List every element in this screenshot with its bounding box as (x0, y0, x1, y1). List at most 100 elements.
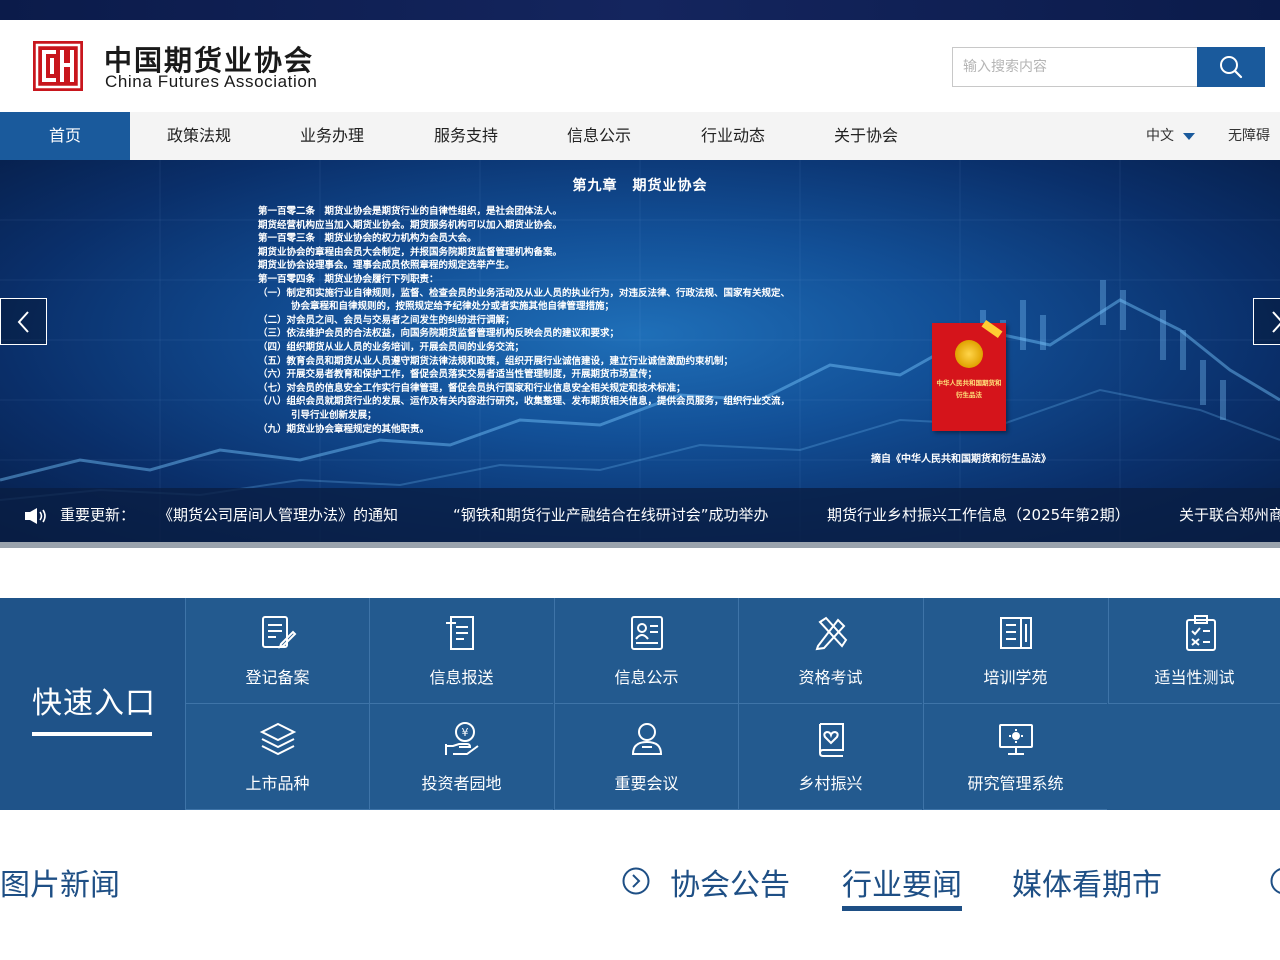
tabs-prev-icon[interactable] (622, 867, 650, 895)
active-tab-underline (842, 906, 962, 911)
quick-entry-title: 快速入口 (32, 686, 156, 721)
ticker-item[interactable]: 期货行业乡村振兴工作信息（2025年第2期） (827, 488, 1130, 542)
banner-prev-button[interactable] (0, 298, 47, 345)
layers-icon (259, 722, 297, 756)
quick-item-label: 信息报送 (429, 668, 494, 687)
tab-media-view[interactable]: 媒体看期市 (1012, 860, 1162, 904)
quick-item-label: 投资者园地 (421, 774, 502, 793)
ticker-label: 重要更新： (60, 506, 136, 524)
quick-item-label: 适当性测试 (1154, 668, 1235, 687)
nav-service[interactable]: 服务支持 (425, 112, 507, 160)
book-ribbon (981, 319, 1003, 339)
quick-item-label: 信息公示 (614, 668, 679, 687)
nav-home[interactable]: 首页 (0, 112, 130, 160)
checklist-icon (1186, 615, 1216, 651)
banner-line: 第一百零二条 期货业协会是期货行业的自律性组织，是社会团体法人。 (258, 206, 563, 217)
banner-line: 期货业协会的章程由会员大会制定，并报国务院期货监督管理机构备案。 (258, 246, 563, 258)
tab-association-notice[interactable]: 协会公告 (670, 860, 790, 904)
banner-divider (0, 542, 1280, 548)
banner-line: （三）依法维护会员的合法权益，向国务院期货监督管理机构反映会员的建议和要求； (258, 328, 620, 340)
quick-item-report[interactable]: 信息报送 (369, 598, 553, 704)
quick-item-label: 培训学苑 (983, 668, 1048, 687)
banner-line: 第一百零四条 期货业协会履行下列职责： (258, 273, 439, 285)
quick-item-meeting[interactable]: 重要会议 (554, 704, 738, 810)
banner-line: （五）教育会员和期货从业人员遵守期货法律法规和政策，组织开展行业诚信建设，建立行… (258, 355, 734, 367)
photo-news-title: 图片新闻 (0, 868, 120, 903)
register-icon (262, 616, 297, 649)
site-title-en[interactable]: China Futures Association (105, 72, 318, 92)
quick-item-label: 研究管理系统 (967, 774, 1064, 793)
quick-item-label: 上市品种 (245, 774, 310, 793)
meeting-icon (631, 723, 663, 755)
quick-item-label: 登记备案 (245, 668, 310, 687)
top-bar (0, 0, 1280, 20)
site-header: 中国期货业协会 China Futures Association (0, 20, 1280, 112)
quick-item-rural[interactable]: 乡村振兴 (738, 704, 922, 810)
banner-line: 期货经营机构应当加入期货业协会。期货服务机构可以加入期货业协会。 (258, 219, 563, 231)
chevron-down-icon (1183, 132, 1195, 140)
tabs-next-icon[interactable] (1270, 867, 1280, 895)
language-label: 中文 (1146, 128, 1174, 144)
main-nav: 首页 政策法规 业务办理 服务支持 信息公示 行业动态 关于协会 中文 无障碍 (0, 112, 1280, 160)
exam-icon (815, 616, 848, 651)
ticker-track: 《期货公司居间人管理办法》的通知 “钢铁和期货行业产融结合在线研讨会”成功举办 … (155, 488, 1280, 542)
national-emblem-icon (955, 340, 983, 368)
quick-item-investor[interactable]: ¥ 投资者园地 (369, 704, 553, 810)
banner-line: （八）组织会员就期货行业的发展、运作及有关内容进行研究，收集整理、发布期货相关信… (258, 396, 791, 408)
banner-next-button[interactable] (1253, 298, 1280, 345)
language-select[interactable]: 中文 (1146, 112, 1195, 160)
quick-item-listed-products[interactable]: 上市品种 (185, 704, 369, 810)
report-icon (446, 616, 474, 650)
quick-item-label: 重要会议 (614, 774, 679, 793)
accessibility-link[interactable]: 无障碍 (1228, 112, 1270, 160)
chevron-left-icon (17, 310, 29, 333)
banner-line: 引导行业创新发展； (291, 409, 377, 421)
news-ticker: 重要更新： 《期货公司居间人管理办法》的通知 “钢铁和期货行业产融结合在线研讨会… (0, 488, 1280, 542)
quick-item-training[interactable]: 培训学苑 (923, 598, 1107, 704)
disclosure-icon (631, 616, 663, 650)
quick-item-register[interactable]: 登记备案 (185, 598, 369, 704)
banner-line: （四）组织期货从业人员的业务培训，开展会员间的业务交流； (258, 341, 525, 353)
quick-item-exam[interactable]: 资格考试 (738, 598, 922, 704)
quick-item-suitability[interactable]: 适当性测试 (1108, 598, 1280, 704)
banner-line: （二）对会员之间、会员与交易者之间发生的纠纷进行调解； (258, 314, 515, 326)
ticker-item[interactable]: 关于联合郑州商 (1179, 488, 1280, 542)
tab-industry-news[interactable]: 行业要闻 (842, 860, 962, 904)
cfa-logo-icon[interactable] (33, 41, 83, 91)
banner-text-block: 第一百零二条 期货业协会是期货行业的自律性组织，是社会团体法人。 期货经营机构应… (258, 205, 878, 436)
speaker-icon (25, 508, 46, 524)
banner-line: （七）对会员的信息安全工作实行自律管理，督促会员执行国家和行业信息安全相关规定和… (258, 382, 686, 394)
search-icon (1220, 56, 1243, 79)
law-book-image: 中华人民共和国期货和衍生品法 (932, 319, 1006, 431)
banner-line: （一）制定和实施行业自律规则，监督、检查会员的业务活动及从业人员的执业行为，对违… (258, 287, 791, 299)
book-title: 中华人民共和国期货和衍生品法 (936, 379, 1002, 399)
ticker-item[interactable]: “钢铁和期货行业产融结合在线研讨会”成功举办 (453, 488, 769, 542)
training-icon (1000, 617, 1032, 649)
banner-line: 期货业协会设理事会。理事会成员依照章程的规定选举产生。 (258, 260, 515, 272)
banner-line: （六）开展交易者教育和保护工作，督促会员落实交易者适当性管理制度，开展期货市场宣… (258, 369, 658, 381)
chevron-right-icon (1271, 310, 1280, 333)
nav-business[interactable]: 业务办理 (291, 112, 373, 160)
svg-text:¥: ¥ (462, 726, 469, 739)
quick-item-research[interactable]: 研究管理系统 (923, 704, 1107, 810)
banner-caption: 摘自《中华人民共和国期货和衍生品法》 (871, 454, 1051, 465)
banner-line: （九）期货业协会章程规定的其他职责。 (258, 423, 430, 435)
ticker-item[interactable]: 《期货公司居间人管理办法》的通知 (158, 488, 398, 542)
nav-policy[interactable]: 政策法规 (158, 112, 240, 160)
research-icon (999, 724, 1033, 755)
quick-entry-panel: 快速入口 登记备案 信息报送 信息公示 资格考试 培训学苑 适当性测试 上市品种… (0, 598, 1280, 810)
nav-industry-news[interactable]: 行业动态 (692, 112, 774, 160)
nav-about[interactable]: 关于协会 (825, 112, 907, 160)
nav-disclosure[interactable]: 信息公示 (558, 112, 640, 160)
quick-item-label: 乡村振兴 (798, 774, 863, 793)
quick-entry-underline (32, 732, 152, 736)
search-button[interactable] (1197, 47, 1265, 87)
banner-line: 第一百零三条 期货业协会的权力机构为会员大会。 (258, 233, 477, 245)
accessibility-label: 无障碍 (1228, 128, 1270, 144)
quick-item-disclosure[interactable]: 信息公示 (554, 598, 738, 704)
banner-title: 第九章 期货业协会 (572, 178, 708, 194)
quick-entry-heading-block: 快速入口 (0, 598, 185, 810)
search-input[interactable] (952, 47, 1198, 87)
rural-icon (818, 723, 844, 757)
investor-icon: ¥ (445, 722, 479, 755)
